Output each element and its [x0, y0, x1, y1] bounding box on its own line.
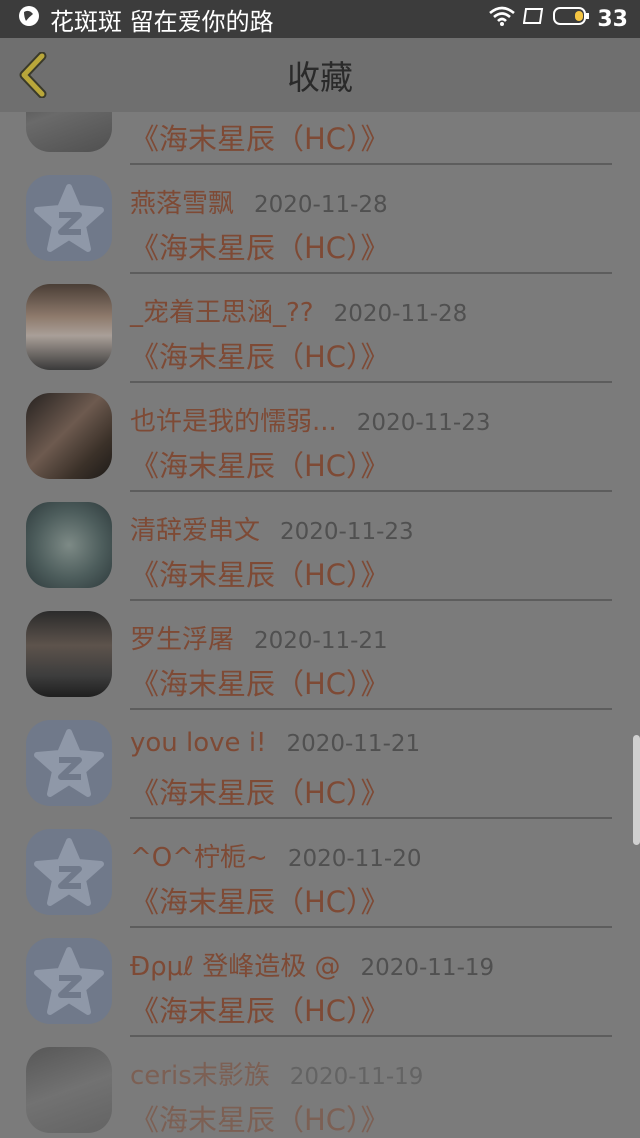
- username[interactable]: ^O^柠栀~: [130, 837, 268, 874]
- list-item[interactable]: 《海末星辰（HC）》: [0, 112, 640, 165]
- default-avatar-star-icon: [34, 729, 104, 797]
- avatar[interactable]: [26, 938, 112, 1024]
- app-notification-icon: [18, 5, 40, 33]
- item-title: 《海末星辰（HC）》: [130, 776, 390, 810]
- item-title: 《海末星辰（HC）》: [130, 231, 390, 265]
- date: 2020-11-19: [289, 1064, 424, 1090]
- item-title: 《海末星辰（HC）》: [130, 667, 390, 701]
- list-item[interactable]: 燕落雪飘 2020-11-28 《海末星辰（HC）》: [0, 165, 640, 274]
- list-item[interactable]: ceris末影族 2020-11-19 《海末星辰（HC）》: [0, 1037, 640, 1138]
- avatar[interactable]: [26, 112, 112, 152]
- notification-text: 花斑斑 留在爱你的路: [50, 7, 274, 36]
- avatar[interactable]: [26, 502, 112, 588]
- item-title: 《海末星辰（HC）》: [130, 994, 390, 1028]
- username[interactable]: _宠着王思涵_??: [130, 292, 314, 329]
- default-avatar-star-icon: [34, 947, 104, 1015]
- wifi-icon: [489, 6, 516, 32]
- date: 2020-11-20: [287, 846, 422, 872]
- default-avatar-star-icon: [34, 184, 104, 252]
- username[interactable]: you love i!: [130, 728, 266, 758]
- avatar[interactable]: [26, 611, 112, 697]
- list-item[interactable]: 也许是我的懦弱... 2020-11-23 《海末星辰（HC）》: [0, 383, 640, 492]
- avatar[interactable]: [26, 284, 112, 370]
- list-item[interactable]: 罗生浮屠 2020-11-21 《海末星辰（HC）》: [0, 601, 640, 710]
- username[interactable]: ceris末影族: [130, 1055, 270, 1092]
- default-avatar-star-icon: [34, 838, 104, 906]
- avatar[interactable]: [26, 1047, 112, 1133]
- battery-level: 33: [597, 6, 628, 32]
- date: 2020-11-19: [360, 955, 495, 981]
- item-title: 《海末星辰（HC）》: [130, 340, 390, 374]
- back-chevron-icon: [14, 51, 54, 102]
- username[interactable]: Ɖρμℓ 登峰造极 @: [130, 946, 340, 983]
- list-item[interactable]: _宠着王思涵_?? 2020-11-28 《海末星辰（HC）》: [0, 274, 640, 383]
- list-item[interactable]: ^O^柠栀~ 2020-11-20 《海末星辰（HC）》: [0, 819, 640, 928]
- item-title: 《海末星辰（HC）》: [130, 558, 390, 592]
- avatar[interactable]: [26, 393, 112, 479]
- date: 2020-11-21: [254, 628, 388, 654]
- nav-bar: 收藏: [0, 38, 640, 112]
- avatar[interactable]: [26, 829, 112, 915]
- item-title: 《海末星辰（HC）》: [130, 885, 390, 919]
- screen-rotation-icon: [523, 6, 545, 32]
- status-bar: 花斑斑 留在爱你的路 33: [0, 0, 640, 38]
- date: 2020-11-28: [333, 301, 468, 327]
- back-button[interactable]: [14, 51, 54, 99]
- date: 2020-11-21: [286, 731, 421, 757]
- item-title: 《海末星辰（HC）》: [130, 1103, 390, 1137]
- date: 2020-11-23: [280, 519, 414, 545]
- list-item[interactable]: Ɖρμℓ 登峰造极 @ 2020-11-19 《海末星辰（HC）》: [0, 928, 640, 1037]
- username[interactable]: 也许是我的懦弱...: [130, 401, 337, 438]
- username[interactable]: 清辞爱串文: [130, 510, 260, 547]
- favorites-list[interactable]: 《海末星辰（HC）》 燕落雪飘 2020-11-28 《海末星辰（HC）》 _宠…: [0, 112, 640, 1138]
- avatar[interactable]: [26, 175, 112, 261]
- status-notification: 花斑斑 留在爱你的路: [18, 2, 274, 37]
- battery-icon: [553, 6, 590, 32]
- avatar[interactable]: [26, 720, 112, 806]
- scrollbar-handle[interactable]: [633, 735, 640, 845]
- item-title: 《海末星辰（HC）》: [130, 122, 390, 156]
- username[interactable]: 燕落雪飘: [130, 183, 234, 220]
- list-item[interactable]: you love i! 2020-11-21 《海末星辰（HC）》: [0, 710, 640, 819]
- date: 2020-11-28: [254, 192, 388, 218]
- username[interactable]: 罗生浮屠: [130, 619, 234, 656]
- item-title: 《海末星辰（HC）》: [130, 449, 390, 483]
- date: 2020-11-23: [356, 410, 491, 436]
- page-title: 收藏: [287, 58, 353, 97]
- list-item[interactable]: 清辞爱串文 2020-11-23 《海末星辰（HC）》: [0, 492, 640, 601]
